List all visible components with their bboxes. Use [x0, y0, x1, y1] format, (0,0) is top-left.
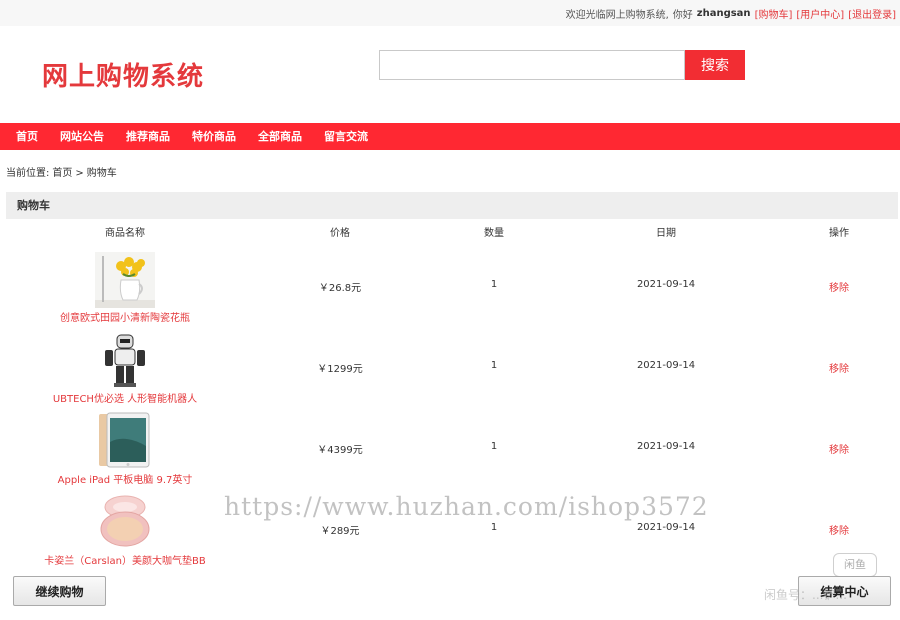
nav-specials[interactable]: 特价商品 [181, 123, 247, 150]
username: zhangsan [696, 7, 751, 19]
product-price: ￥1299元 [317, 364, 363, 375]
column-header-price: 价格 [330, 228, 350, 239]
breadcrumb: 当前位置: 首页 > 购物车 [6, 164, 120, 179]
robot-image[interactable] [95, 333, 155, 389]
tablet-image[interactable] [95, 412, 155, 468]
nav-all-products[interactable]: 全部商品 [247, 123, 313, 150]
column-header-action: 操作 [829, 228, 849, 239]
search-input[interactable] [379, 50, 685, 80]
logout-link[interactable]: [退出登录] [848, 6, 896, 21]
user-center-link[interactable]: [用户中心] [796, 6, 844, 21]
watermark-text: 闲鱼号：...铲... [764, 588, 847, 602]
continue-shopping-button[interactable]: 继续购物 [13, 576, 106, 606]
product-quantity: 1 [490, 279, 498, 290]
watermark-badge: 闲鱼 [833, 553, 877, 577]
nav-recommended[interactable]: 推荐商品 [115, 123, 181, 150]
site-logo[interactable]: 网上购物系统 [42, 56, 204, 93]
remove-link[interactable]: 移除 [789, 441, 889, 456]
breadcrumb-separator: > [75, 168, 84, 179]
main-nav: 首页 网站公告 推荐商品 特价商品 全部商品 留言交流 [0, 123, 900, 150]
watermark-url: https://www.huzhan.com/ishop3572 [224, 492, 709, 521]
column-header-name: 商品名称 [105, 228, 145, 239]
product-date: 2021-09-14 [636, 522, 696, 533]
nav-home[interactable]: 首页 [5, 123, 49, 150]
product-date: 2021-09-14 [636, 279, 696, 290]
search-button[interactable]: 搜索 [685, 50, 745, 80]
product-quantity: 1 [490, 360, 498, 371]
product-name[interactable]: UBTECH优必选 人形智能机器人 [20, 390, 230, 405]
product-quantity: 1 [490, 522, 498, 533]
product-price: ￥4399元 [317, 445, 363, 456]
nav-announcements[interactable]: 网站公告 [49, 123, 115, 150]
greeting-text: 你好 [672, 9, 693, 21]
product-date: 2021-09-14 [636, 441, 696, 452]
top-bar: 欢迎光临网上购物系统, 你好 zhangsan [购物车] [用户中心] [退出… [0, 0, 900, 26]
product-price: ￥26.8元 [318, 283, 362, 294]
column-header-date: 日期 [656, 228, 676, 239]
cart-link[interactable]: [购物车] [755, 6, 793, 21]
cart-section-title: 购物车 [6, 192, 898, 219]
breadcrumb-current: 购物车 [86, 168, 117, 179]
cushion-compact-image[interactable] [95, 493, 155, 549]
product-name[interactable]: 卡姿兰（Carslan）美颜大咖气垫BB [20, 552, 230, 567]
breadcrumb-home[interactable]: 首页 [52, 168, 72, 179]
product-name[interactable]: 创意欧式田园小清新陶瓷花瓶 [20, 309, 230, 324]
product-quantity: 1 [490, 441, 498, 452]
column-header-quantity: 数量 [484, 228, 504, 239]
product-name[interactable]: Apple iPad 平板电脑 9.7英寸 [20, 471, 230, 486]
breadcrumb-label: 当前位置: [6, 168, 50, 179]
remove-link[interactable]: 移除 [789, 360, 889, 375]
remove-link[interactable]: 移除 [789, 279, 889, 294]
nav-messages[interactable]: 留言交流 [313, 123, 379, 150]
welcome-text: 欢迎光临网上购物系统, [565, 9, 669, 21]
product-price: ￥289元 [320, 526, 360, 537]
product-date: 2021-09-14 [636, 360, 696, 371]
remove-link[interactable]: 移除 [789, 522, 889, 537]
vase-image[interactable] [95, 252, 155, 308]
